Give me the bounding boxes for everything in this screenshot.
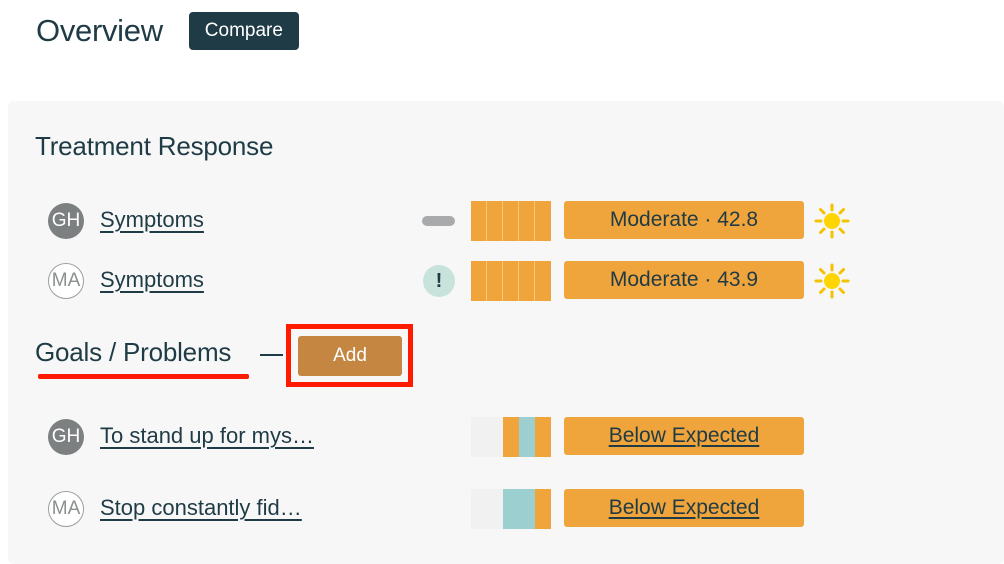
- avatar: MA: [48, 263, 84, 299]
- bar-segment: [471, 417, 503, 457]
- heading-dash: [260, 354, 283, 356]
- add-goal-button[interactable]: Add: [298, 336, 402, 376]
- bar-segment: [471, 261, 487, 301]
- goal-row: MA Stop constantly fid… Below Expected: [8, 489, 1004, 529]
- avatar: GH: [48, 203, 84, 239]
- bar-segment: [471, 489, 503, 529]
- goal-link[interactable]: To stand up for mys…: [100, 423, 314, 449]
- dash-icon: [422, 216, 455, 226]
- goal-row: GH To stand up for mys… Below Expected: [8, 417, 1004, 457]
- goals-title: Goals / Problems: [35, 337, 232, 367]
- bar-segment: [487, 261, 503, 301]
- bar-segment: [519, 417, 535, 457]
- highlight-underline: [38, 374, 249, 379]
- bar-segment: [503, 201, 519, 241]
- bar-segment: [503, 261, 519, 301]
- goals-heading: Goals / Problems: [35, 337, 231, 368]
- bar-segment: [519, 489, 535, 529]
- bar-segment: [503, 489, 519, 529]
- sun-icon: [814, 203, 850, 239]
- header: Overview Compare: [36, 12, 299, 50]
- treatment-row: GH Symptoms Moderate · 42.8: [8, 201, 1004, 241]
- severity-badge: Moderate · 43.9: [564, 261, 804, 299]
- avatar: MA: [48, 491, 84, 527]
- goal-link[interactable]: Stop constantly fid…: [100, 495, 302, 521]
- page-title: Overview: [36, 13, 163, 48]
- treatment-row: MA Symptoms ! Moderate · 43.9: [8, 261, 1004, 301]
- bar-segment: [487, 201, 503, 241]
- alert-icon: !: [423, 265, 455, 297]
- trend-bars: [471, 201, 551, 241]
- badge-label[interactable]: Below Expected: [609, 424, 760, 448]
- trend-bars: [471, 261, 551, 301]
- severity-badge: Moderate · 42.8: [564, 201, 804, 239]
- badge-label[interactable]: Below Expected: [609, 496, 760, 520]
- sun-icon: [814, 263, 850, 299]
- bar-segment: [503, 417, 519, 457]
- goal-status-badge[interactable]: Below Expected: [564, 417, 804, 455]
- bar-segment: [519, 201, 535, 241]
- compare-button[interactable]: Compare: [188, 12, 299, 50]
- goal-status-badge[interactable]: Below Expected: [564, 489, 804, 527]
- bar-segment: [471, 201, 487, 241]
- bar-segment: [535, 489, 551, 529]
- bar-segment: [535, 201, 551, 241]
- trend-bars: [471, 417, 551, 457]
- overview-panel: Treatment Response GH Symptoms Moderate …: [8, 101, 1004, 564]
- symptoms-link[interactable]: Symptoms: [100, 267, 204, 293]
- bar-segment: [535, 261, 551, 301]
- bar-segment: [535, 417, 551, 457]
- avatar: GH: [48, 419, 84, 455]
- bar-segment: [519, 261, 535, 301]
- symptoms-link[interactable]: Symptoms: [100, 207, 204, 233]
- trend-bars: [471, 489, 551, 529]
- treatment-response-title: Treatment Response: [35, 131, 274, 161]
